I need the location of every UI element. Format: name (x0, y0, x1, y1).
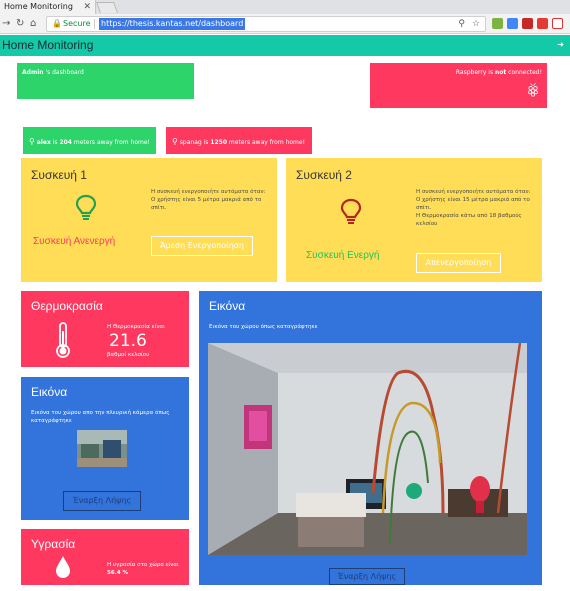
secure-label: Secure (63, 19, 91, 28)
device-status: Συσκευή Ανενεργή (33, 236, 116, 247)
humidity-value: 56.4 % (107, 570, 128, 576)
lightbulb-icon (75, 194, 97, 220)
rule-line: Ο χρήστης είναι 15 μέτρα μακριά από το σ… (416, 197, 530, 211)
greeting-suffix: 's dashboard (43, 69, 84, 76)
temperature-unit: βαθμοί κελσίου (107, 352, 150, 358)
divider (94, 19, 95, 29)
extension-icon[interactable] (492, 18, 503, 29)
activate-button[interactable]: Άμεση Ενεργοποίηση (151, 236, 253, 256)
raspberry-status-card: Raspberry is not connected! (370, 63, 547, 108)
dashboard-greeting-card: Admin 's dashboard (17, 63, 194, 99)
greeting-text: Admin 's dashboard (22, 69, 84, 76)
side-camera-title: Εικόνα (31, 385, 68, 399)
temperature-card: Θερμοκρασία Η Θερμοκρασία είναι 21.6 βαθ… (21, 291, 189, 367)
rule-line: Η Θερμοκρασία κάτω από 18 βαθμούς κελσίο… (416, 213, 522, 227)
reload-icon[interactable]: ↻ (16, 17, 24, 31)
browser-tab-strip: Home Monitoring ✕ (0, 0, 570, 14)
status-prefix: Raspberry is (455, 69, 495, 76)
device-card-2: Συσκευή 2 Συσκευή Ενεργή Η συσκευή ενεργ… (286, 158, 542, 282)
new-tab-button[interactable] (95, 2, 119, 13)
distance-card-alex: ⚲ alex is 204 meters away from home! (23, 127, 156, 154)
map-marker-icon: ⚲ (172, 137, 178, 146)
distance-meters: 1250 (210, 139, 227, 146)
distance-meters: 204 (59, 139, 72, 146)
username: Admin (22, 69, 44, 76)
device-rules: Η συσκευή ενεργοποιήτε αυτόματα όταν: Ο … (151, 188, 266, 212)
lock-icon: 🔒 (52, 19, 62, 28)
humidity-title: Υγρασία (31, 537, 76, 551)
distance-user: alex (36, 139, 51, 146)
main-camera-title: Εικόνα (209, 299, 246, 313)
address-bar[interactable]: 🔒 Secure https://thesis.kantas.net/dashb… (46, 16, 486, 32)
distance-card-spanag: ⚲ spanag is 1250 meters away from home! (166, 127, 312, 154)
distance-suffix: meters away from home! (71, 139, 150, 146)
side-camera-desc: Εικόνα του χώρου απο την πλευρική κάμερα… (31, 410, 170, 424)
app-navbar: Home Monitoring ➜ (0, 35, 570, 56)
distance-connector: is (201, 139, 211, 146)
temperature-title: Θερμοκρασία (31, 299, 103, 313)
side-camera-image (77, 430, 127, 467)
device-title: Συσκευή 2 (296, 168, 352, 182)
device-card-1: Συσκευή 1 Συσκευή Ανενεργή Η συσκευή ενε… (21, 158, 277, 282)
device-status: Συσκευή Ενεργή (306, 250, 380, 261)
main-camera-image (208, 343, 527, 555)
browser-tab[interactable]: Home Monitoring ✕ (0, 0, 96, 14)
home-icon[interactable]: ⌂ (30, 17, 36, 31)
temperature-value: 21.6 (109, 331, 147, 351)
device-rules: Η συσκευή ενεργοποιήτε αυτόματα όταν: Ο … (416, 188, 531, 228)
zoom-icon[interactable]: ⚲ (458, 17, 465, 31)
rule-line: Η συσκευή ενεργοποιήτε αυτόματα όταν: (416, 189, 531, 195)
app-title[interactable]: Home Monitoring (2, 38, 93, 52)
raspberry-status-text: Raspberry is not connected! (456, 69, 542, 76)
lightbulb-icon (340, 198, 362, 224)
distance-user: spanag (179, 139, 202, 146)
extension-icon[interactable] (522, 18, 533, 29)
main-camera-desc: Εικόνα του χώρου όπως καταγράφτηκε (209, 324, 318, 330)
distance-text: ⚲ spanag is 1250 meters away from home! (172, 137, 305, 146)
distance-suffix: meters away from home! (227, 139, 305, 146)
gmail-icon[interactable] (552, 18, 563, 29)
browser-toolbar: → ↻ ⌂ 🔒 Secure https://thesis.kantas.net… (0, 14, 570, 34)
logout-icon[interactable]: ➜ (557, 40, 564, 49)
rule-line: Ο χρήστης είναι 5 μέτρα μακριά από το σπ… (151, 197, 262, 211)
rule-line: Η συσκευή ενεργοποιήτε αυτόματα όταν: (151, 189, 266, 195)
url-text[interactable]: https://thesis.kantas.net/dashboard (99, 18, 246, 30)
water-drop-icon (56, 556, 70, 578)
forward-icon[interactable]: → (2, 17, 10, 31)
thermometer-icon (56, 322, 70, 358)
distance-text: ⚲ alex is 204 meters away from home! (29, 137, 150, 146)
tab-title: Home Monitoring (4, 2, 73, 11)
translate-icon[interactable] (507, 18, 518, 29)
side-camera-card: Εικόνα Εικόνα του χώρου απο την πλευρική… (21, 377, 189, 520)
device-title: Συσκευή 1 (31, 168, 87, 182)
main-camera-card: Εικόνα Εικόνα του χώρου όπως καταγράφτηκ… (199, 291, 542, 585)
humidity-card: Υγρασία Η υγρασία στο χώρο είναι 56.4 % (21, 529, 189, 585)
status-suffix: connected! (506, 69, 542, 76)
tab-close-icon[interactable]: ✕ (83, 0, 91, 14)
start-capture-button-large[interactable]: Έναρξη Λήψης (329, 568, 405, 585)
temperature-label: Η Θερμοκρασία είναι (107, 324, 166, 330)
map-marker-icon: ⚲ (29, 137, 35, 146)
status-word: not (495, 69, 507, 76)
extension-icon[interactable] (537, 18, 548, 29)
deactivate-button[interactable]: Απενεργοποίηση (416, 253, 501, 273)
start-capture-button-small[interactable]: Έναρξη Λήψης (63, 491, 141, 511)
bookmark-star-icon[interactable]: ☆ (472, 17, 480, 31)
humidity-label: Η υγρασία στο χώρο είναι (107, 562, 179, 568)
raspberry-pi-icon (528, 82, 538, 97)
